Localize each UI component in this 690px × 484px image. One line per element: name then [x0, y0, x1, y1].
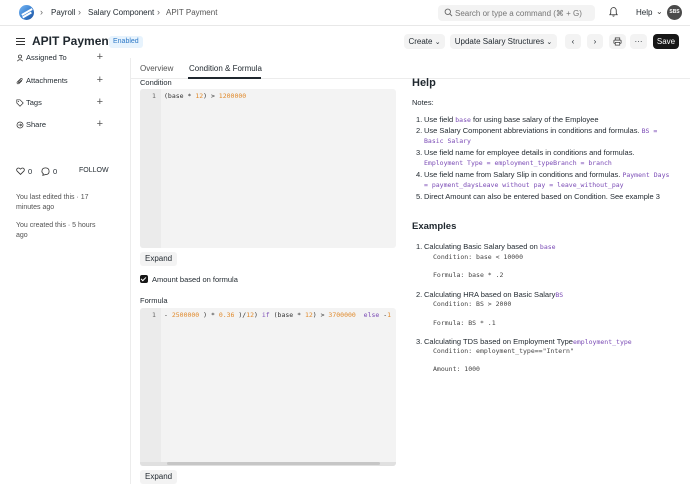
chevron-down-icon: ⌄ — [546, 39, 553, 46]
search-bar[interactable] — [438, 5, 595, 21]
scrollbar-thumb[interactable] — [167, 462, 380, 465]
create-button[interactable]: Create ⌄ — [404, 34, 445, 49]
amount-based-on-formula-checkbox[interactable] — [140, 275, 148, 283]
add-icon[interactable]: + — [97, 96, 103, 108]
form-sidebar: Assigned To + Attachments + Tags + Share… — [0, 51, 130, 484]
update-button-label: Update Salary Structures — [454, 37, 545, 46]
user-icon — [16, 54, 24, 62]
sidebar-item-attachments[interactable]: Attachments + — [16, 74, 103, 88]
comment-icon[interactable] — [41, 167, 50, 176]
chevron-right-icon: › — [40, 7, 43, 17]
example-condition: Condition: base < 10000 — [433, 253, 524, 261]
help-note-item: 5. Direct Amount can also be entered bas… — [416, 192, 660, 201]
add-icon[interactable]: + — [97, 51, 103, 63]
formula-code-editor[interactable]: 1 - 2500000 ) * 0.36 )/12) if (base * 12… — [140, 308, 396, 466]
comment-count: 0 — [53, 167, 58, 176]
breadcrumb-salary-component[interactable]: Salary Component — [88, 8, 154, 17]
page-title: APIT Payment — [32, 34, 113, 48]
active-tab-indicator — [188, 77, 261, 79]
top-navbar: › Payroll › Salary Component › APIT Paym… — [0, 0, 690, 26]
status-badge: Enabled — [109, 36, 143, 48]
editor-gutter — [140, 308, 161, 466]
update-salary-structures-button[interactable]: Update Salary Structures ⌄ — [450, 34, 557, 49]
condition-code-editor[interactable]: 1 (base * 12) > 1200000 — [140, 89, 396, 248]
chevron-right-icon: › — [157, 7, 160, 17]
print-button[interactable] — [609, 34, 626, 49]
help-note-item: 2. Use Salary Component abbreviations in… — [416, 126, 658, 145]
create-button-label: Create — [408, 37, 433, 46]
condition-code[interactable]: (base * 12) > 1200000 — [164, 92, 246, 100]
example-condition: Condition: employment_type=="Intern" — [433, 347, 574, 355]
sidebar-item-label: Share — [26, 120, 47, 129]
follow-button[interactable]: FOLLOW — [79, 167, 109, 174]
more-options-button[interactable]: ··· — [630, 34, 647, 49]
search-input[interactable] — [455, 5, 593, 21]
formula-label: Formula — [140, 296, 168, 305]
breadcrumb-current[interactable]: APIT Payment — [166, 8, 217, 17]
sidebar-toggle-icon[interactable] — [16, 38, 25, 45]
heart-icon[interactable] — [16, 167, 25, 175]
sidebar-item-share[interactable]: Share + — [16, 118, 103, 132]
bell-icon[interactable] — [608, 6, 619, 18]
help-note-item: 3. Use field name for employee details i… — [416, 148, 635, 167]
formula-code[interactable]: - 2500000 ) * 0.36 )/12) if (base * 12) … — [164, 311, 391, 319]
printer-icon — [613, 37, 622, 46]
examples-heading: Examples — [412, 221, 457, 232]
help-note-item: 4. Use field name from Salary Slip in co… — [416, 170, 670, 189]
tab-condition-formula[interactable]: Condition & Formula — [189, 64, 262, 73]
chevron-right-icon: › — [78, 7, 81, 17]
notes-label: Notes: — [412, 98, 434, 107]
app-logo[interactable] — [19, 5, 34, 20]
sidebar-item-tags[interactable]: Tags + — [16, 96, 103, 110]
sidebar-item-assigned-to[interactable]: Assigned To + — [16, 51, 103, 65]
add-icon[interactable]: + — [97, 118, 103, 130]
help-note-item: 1. Use field base for using base salary … — [416, 115, 599, 124]
example-amount: Amount: 1000 — [433, 365, 480, 373]
example-title: 3. Calculating TDS based on Employment Ty… — [416, 337, 632, 346]
sidebar-divider — [130, 58, 131, 484]
example-title: 2. Calculating HRA based on Basic SalaryB… — [416, 290, 564, 299]
chevron-left-icon: ‹ — [571, 37, 575, 46]
created-info: You created this · 5 hours ago — [16, 222, 96, 239]
breadcrumb-payroll[interactable]: Payroll — [51, 8, 75, 17]
example-formula: Formula: base * .2 — [433, 271, 504, 279]
example-formula: Formula: BS * .1 — [433, 319, 496, 327]
formula-expand-button[interactable]: Expand — [140, 470, 178, 484]
sidebar-item-label: Assigned To — [26, 53, 67, 62]
add-icon[interactable]: + — [97, 74, 103, 86]
tab-overview[interactable]: Overview — [140, 64, 173, 73]
help-menu-button[interactable]: Help — [636, 8, 652, 17]
like-count: 0 — [28, 167, 33, 176]
chevron-down-icon: ⌄ — [434, 39, 441, 46]
help-heading: Help — [412, 77, 436, 89]
tag-icon — [16, 99, 24, 107]
amount-based-on-formula-label: Amount based on formula — [152, 275, 238, 284]
sidebar-item-label: Attachments — [26, 76, 68, 85]
chevron-right-icon: › — [593, 37, 597, 46]
search-icon — [444, 8, 453, 17]
next-record-button[interactable]: › — [587, 34, 603, 49]
avatar[interactable]: SBS — [667, 5, 682, 20]
example-condition: Condition: BS > 2000 — [433, 300, 512, 308]
sidebar-item-label: Tags — [26, 98, 42, 107]
paperclip-icon — [16, 77, 23, 85]
line-number: 1 — [152, 92, 156, 100]
previous-record-button[interactable]: ‹ — [565, 34, 581, 49]
save-button[interactable]: Save — [653, 34, 679, 49]
last-edited-info: You last edited this · 17 minutes ago — [16, 194, 89, 211]
chevron-down-icon: ⌄ — [656, 7, 663, 16]
condition-label: Condition — [140, 78, 172, 87]
line-number: 1 — [152, 311, 156, 319]
example-title: 1. Calculating Basic Salary based on base — [416, 242, 556, 251]
condition-expand-button[interactable]: Expand — [140, 252, 178, 266]
editor-gutter — [140, 89, 161, 248]
share-icon — [16, 121, 24, 129]
